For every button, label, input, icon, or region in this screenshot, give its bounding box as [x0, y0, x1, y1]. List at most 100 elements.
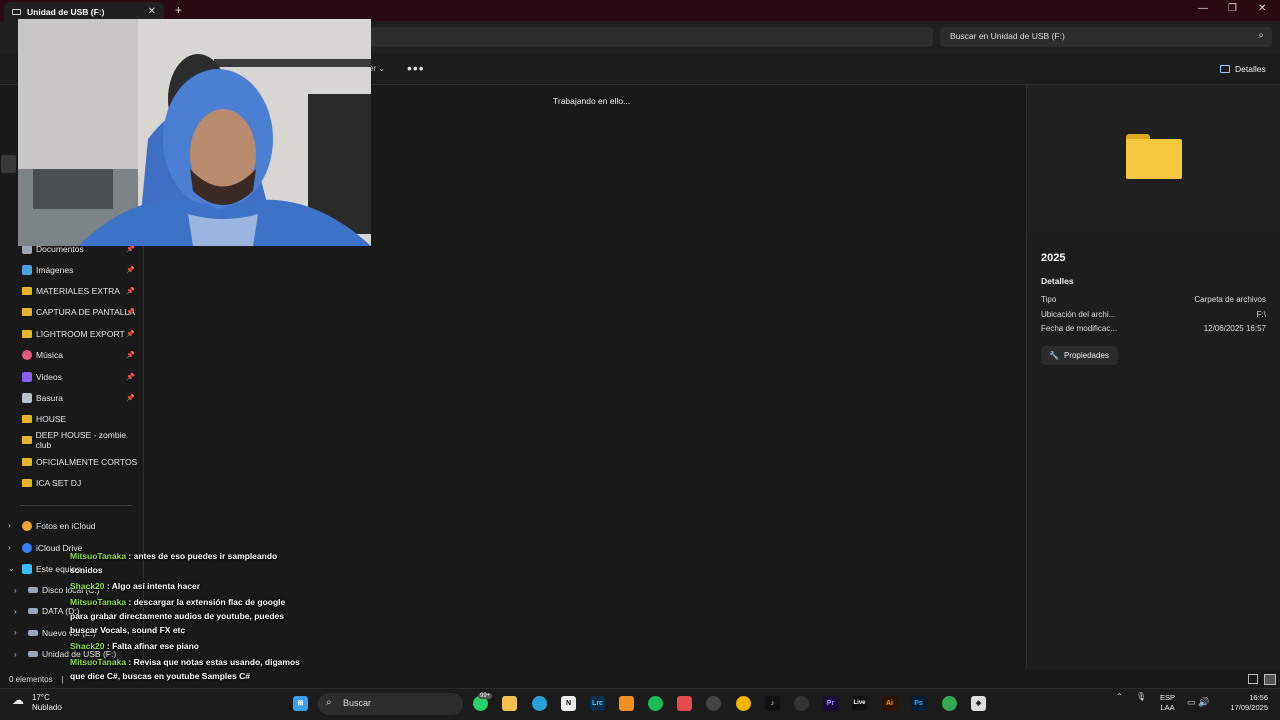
tab-title: Unidad de USB (F:)	[27, 6, 105, 17]
folder-icon	[22, 479, 32, 487]
pin-icon: 📌	[126, 331, 135, 338]
sidebar-scrollbar[interactable]	[1, 155, 16, 173]
details-pane-button[interactable]: Detalles	[1220, 64, 1266, 74]
sidebar-item-oficialmente-cortos[interactable]: OFICIALMENTE CORTOS	[22, 454, 140, 470]
title-bar	[0, 0, 1280, 21]
chat-message: MitsuoTanaka : descargar la extensión fl…	[70, 595, 305, 637]
language-code: ESP	[1160, 693, 1176, 702]
chatgpt-icon[interactable]	[794, 696, 809, 711]
sidebar-item-label: OFICIALMENTE CORTOS	[36, 457, 138, 467]
sidebar-item-captura[interactable]: CAPTURA DE PANTALLA 📌	[22, 304, 140, 320]
fl-studio-icon[interactable]	[619, 696, 634, 711]
taskbar-search-label: Buscar	[343, 698, 372, 708]
illustrator-icon[interactable]: Ai	[882, 696, 897, 711]
clock[interactable]: 16:56 17/09/2025	[1224, 693, 1268, 713]
details-pane-icon	[1220, 65, 1230, 73]
folder-icon	[22, 308, 32, 316]
tiktok-icon[interactable]: ♪	[765, 696, 780, 711]
drive-icon	[28, 630, 38, 636]
capcut-icon[interactable]	[706, 696, 721, 711]
unity-icon[interactable]: ◈	[971, 696, 986, 711]
icloud-photos-icon	[22, 521, 32, 531]
microphone-icon[interactable]: 🎙	[1136, 692, 1146, 701]
weather-widget[interactable]: ☁ 17°C Nublado	[12, 693, 62, 713]
chevron-right-icon[interactable]: ›	[14, 628, 17, 637]
tiles-view-toggle[interactable]	[1264, 674, 1276, 685]
search-icon: ⌕	[326, 697, 332, 708]
sidebar-item-deep-house[interactable]: DEEP HOUSE - zombie club	[22, 430, 140, 450]
network-volume-icons[interactable]: ▭ 🔊	[1187, 697, 1209, 708]
search-icon: ⌕	[1258, 30, 1264, 41]
sidebar-item-imagenes[interactable]: Imágenes 📌	[22, 262, 140, 278]
notion-icon[interactable]: N	[561, 696, 576, 711]
lightroom-icon[interactable]: Lrc	[590, 696, 605, 711]
restore-button[interactable]: ❐	[1228, 3, 1237, 14]
system-tray[interactable]: ⌃ 🎙	[1116, 692, 1146, 701]
pin-icon: 📌	[126, 267, 135, 274]
minimize-button[interactable]: —	[1198, 3, 1208, 14]
detail-value-location: F:\	[1256, 310, 1266, 319]
chevron-up-icon[interactable]: ⌃	[1116, 692, 1123, 701]
chat-message: MitsuoTanaka : antes de eso puedes ir sa…	[70, 549, 305, 577]
premiere-icon[interactable]: Pr	[823, 696, 838, 711]
photoshop-icon[interactable]: Ps	[911, 696, 926, 711]
sidebar-item-videos[interactable]: Videos 📌	[22, 369, 140, 385]
more-options-icon[interactable]: •••	[407, 60, 425, 76]
spotify-icon[interactable]	[648, 696, 663, 711]
sidebar-item-label: Música	[36, 350, 63, 360]
search-placeholder: Buscar en Unidad de USB (F:)	[950, 31, 1065, 41]
trash-icon	[22, 393, 32, 403]
notification-badge: 99+	[478, 693, 493, 699]
usb-drive-icon	[28, 651, 38, 657]
close-tab-icon[interactable]: ✕	[148, 6, 156, 17]
music-icon	[22, 350, 32, 360]
sidebar-item-label: HOUSE	[36, 414, 67, 424]
chrome-profile-icon[interactable]	[942, 696, 957, 711]
properties-button[interactable]: 🔧 Propiedades	[1041, 346, 1118, 365]
chevron-down-icon[interactable]: ⌄	[8, 564, 15, 573]
sidebar-item-label: Videos	[36, 372, 62, 382]
keyboard-layout: LAA	[1160, 703, 1175, 712]
sidebar-item-ica-set-dj[interactable]: ICA SET DJ	[22, 475, 140, 491]
cloud-icon: ☁	[12, 693, 24, 707]
ableton-live-icon[interactable]: Live	[852, 696, 867, 711]
drive-icon	[12, 8, 21, 15]
sidebar-item-label: Basura	[36, 393, 63, 403]
detail-key-location: Ubicación del archi...	[1041, 310, 1116, 319]
icloud-drive-icon	[22, 543, 32, 553]
windows-icon[interactable]: ⊞	[293, 696, 308, 711]
chat-username: MitsuoTanaka	[70, 657, 127, 667]
snipping-icon[interactable]	[677, 696, 692, 711]
chat-username: MitsuoTanaka	[70, 597, 127, 607]
chrome-icon[interactable]	[736, 696, 751, 711]
chevron-right-icon[interactable]: ›	[14, 650, 17, 659]
chevron-right-icon[interactable]: ›	[8, 543, 11, 552]
sidebar-item-label: CAPTURA DE PANTALLA	[36, 307, 135, 317]
chevron-right-icon[interactable]: ›	[14, 607, 17, 616]
new-tab-button[interactable]: +	[175, 3, 182, 17]
close-window-button[interactable]: ✕	[1258, 3, 1266, 14]
sidebar-item-label: DEEP HOUSE - zombie club	[35, 430, 127, 450]
weather-desc: Nublado	[32, 703, 62, 712]
taskbar-search[interactable]: ⌕ Buscar	[318, 693, 463, 715]
chevron-right-icon[interactable]: ›	[8, 521, 11, 530]
telegram-icon[interactable]	[532, 696, 547, 711]
search-input[interactable]: Buscar en Unidad de USB (F:) ⌕	[940, 27, 1272, 47]
sidebar-divider	[20, 505, 132, 506]
tree-item-icloud-photos[interactable]: Fotos en iCloud	[22, 518, 140, 534]
videos-icon	[22, 372, 32, 382]
detail-value-type: Carpeta de archivos	[1194, 295, 1266, 304]
language-indicator[interactable]: ESP LAA	[1160, 693, 1175, 713]
sidebar-item-materiales-extra[interactable]: MATERIALES EXTRA 📌	[22, 283, 140, 299]
view-menu-button[interactable]: er ⌄	[369, 64, 385, 73]
sidebar-item-house[interactable]: HOUSE	[22, 411, 140, 427]
loading-message: Trabajando en ello...	[553, 96, 631, 106]
file-explorer-icon[interactable]	[502, 696, 517, 711]
chevron-right-icon[interactable]: ›	[14, 586, 17, 595]
address-bar[interactable]	[370, 27, 933, 47]
details-view-toggle[interactable]	[1248, 674, 1258, 684]
sidebar-item-lightroom-export[interactable]: LIGHTROOM EXPORT 📌	[22, 326, 140, 342]
chat-message: Shack20 : Falta afinar ese piano	[70, 639, 305, 653]
sidebar-item-musica[interactable]: Música 📌	[22, 347, 140, 363]
sidebar-item-basura[interactable]: Basura 📌	[22, 390, 140, 406]
